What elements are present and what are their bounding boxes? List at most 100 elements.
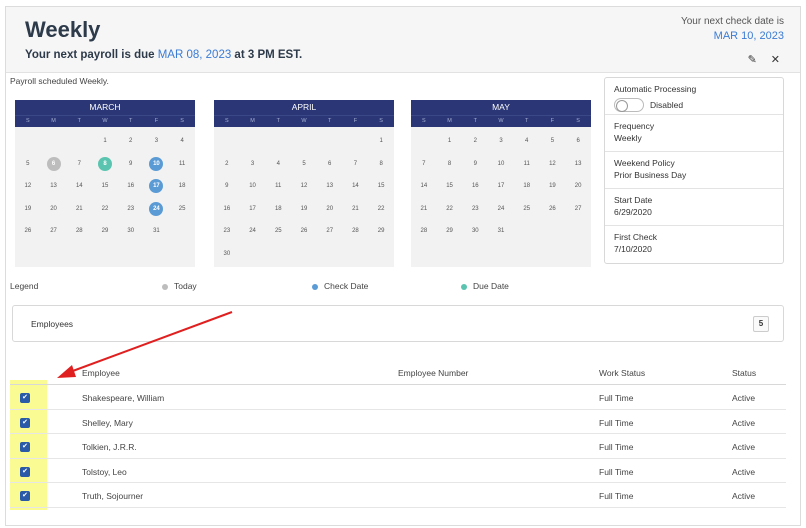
calendar-day[interactable]: 11 bbox=[169, 153, 195, 176]
calendar-day[interactable]: 13 bbox=[317, 175, 343, 198]
calendar-day[interactable]: 9 bbox=[462, 153, 488, 176]
calendar-day[interactable]: 5 bbox=[291, 153, 317, 176]
calendar-day-due[interactable]: 8 bbox=[92, 153, 118, 176]
calendar-day[interactable]: 16 bbox=[118, 175, 144, 198]
calendar-day[interactable]: 23 bbox=[214, 220, 240, 243]
calendar-day[interactable]: 25 bbox=[514, 198, 540, 221]
calendar-day[interactable]: 27 bbox=[41, 220, 67, 243]
calendar-day[interactable]: 1 bbox=[437, 130, 463, 153]
calendar-day[interactable]: 2 bbox=[214, 153, 240, 176]
calendar-day-check[interactable]: 17 bbox=[144, 175, 170, 198]
calendar-day[interactable]: 30 bbox=[118, 220, 144, 243]
calendar-day[interactable]: 18 bbox=[265, 198, 291, 221]
calendar-day[interactable]: 14 bbox=[343, 175, 369, 198]
calendar-day[interactable]: 7 bbox=[66, 153, 92, 176]
calendar-day[interactable]: 26 bbox=[291, 220, 317, 243]
calendar-day[interactable]: 7 bbox=[343, 153, 369, 176]
calendar-day[interactable]: 5 bbox=[540, 130, 566, 153]
table-row[interactable]: ✔ Shelley, Mary Full Time Active bbox=[10, 410, 786, 434]
calendar-day[interactable]: 29 bbox=[368, 220, 394, 243]
check-icon[interactable]: ✔ bbox=[20, 393, 30, 403]
calendar-day[interactable]: 30 bbox=[462, 220, 488, 243]
calendar-day[interactable]: 27 bbox=[317, 220, 343, 243]
col-status[interactable]: Status bbox=[732, 368, 756, 378]
calendar-day[interactable]: 24 bbox=[488, 198, 514, 221]
calendar-day[interactable]: 28 bbox=[411, 220, 437, 243]
calendar-day[interactable]: 20 bbox=[317, 198, 343, 221]
calendar-day[interactable]: 14 bbox=[411, 175, 437, 198]
calendar-day[interactable]: 10 bbox=[488, 153, 514, 176]
calendar-day[interactable]: 4 bbox=[169, 130, 195, 153]
calendar-day[interactable]: 17 bbox=[240, 198, 266, 221]
toggle-switch[interactable] bbox=[614, 98, 644, 112]
calendar-day-check[interactable]: 10 bbox=[144, 153, 170, 176]
calendar-day[interactable]: 31 bbox=[144, 220, 170, 243]
calendar-day[interactable]: 19 bbox=[15, 198, 41, 221]
calendar-day[interactable]: 7 bbox=[411, 153, 437, 176]
calendar-day[interactable]: 2 bbox=[462, 130, 488, 153]
calendar-day[interactable]: 19 bbox=[540, 175, 566, 198]
calendar-day[interactable]: 26 bbox=[540, 198, 566, 221]
calendar-day[interactable]: 13 bbox=[41, 175, 67, 198]
calendar-day[interactable]: 22 bbox=[437, 198, 463, 221]
calendar-day[interactable]: 28 bbox=[66, 220, 92, 243]
calendar-day[interactable]: 28 bbox=[343, 220, 369, 243]
calendar-day[interactable]: 3 bbox=[488, 130, 514, 153]
calendar-day[interactable]: 23 bbox=[118, 198, 144, 221]
calendar-day[interactable]: 31 bbox=[488, 220, 514, 243]
calendar-day[interactable]: 9 bbox=[214, 175, 240, 198]
calendar-day-check[interactable]: 24 bbox=[144, 198, 170, 221]
calendar-day[interactable]: 21 bbox=[343, 198, 369, 221]
calendar-day[interactable]: 18 bbox=[514, 175, 540, 198]
calendar-day[interactable]: 20 bbox=[565, 175, 591, 198]
calendar-day[interactable]: 26 bbox=[15, 220, 41, 243]
calendar-day[interactable]: 23 bbox=[462, 198, 488, 221]
calendar-day[interactable]: 9 bbox=[118, 153, 144, 176]
calendar-day[interactable]: 10 bbox=[240, 175, 266, 198]
check-icon[interactable]: ✔ bbox=[20, 417, 30, 428]
calendar-day[interactable]: 16 bbox=[462, 175, 488, 198]
calendar-day[interactable]: 14 bbox=[66, 175, 92, 198]
calendar-day[interactable]: 1 bbox=[92, 130, 118, 153]
calendar-day-today[interactable]: 6 bbox=[41, 153, 67, 176]
calendar-day[interactable]: 22 bbox=[368, 198, 394, 221]
calendar-day[interactable]: 1 bbox=[368, 130, 394, 153]
calendar-day[interactable]: 15 bbox=[437, 175, 463, 198]
calendar-day[interactable]: 25 bbox=[265, 220, 291, 243]
calendar-day[interactable]: 4 bbox=[265, 153, 291, 176]
calendar-day[interactable]: 6 bbox=[317, 153, 343, 176]
employees-section[interactable]: Employees 5 bbox=[12, 305, 784, 342]
check-icon[interactable]: ✔ bbox=[20, 466, 30, 477]
check-icon[interactable]: ✔ bbox=[20, 442, 30, 452]
calendar-day[interactable]: 16 bbox=[214, 198, 240, 221]
calendar-day[interactable]: 24 bbox=[240, 220, 266, 243]
calendar-day[interactable]: 29 bbox=[92, 220, 118, 243]
calendar-day[interactable]: 13 bbox=[565, 153, 591, 176]
check-icon[interactable]: ✔ bbox=[20, 491, 30, 501]
calendar-day[interactable]: 22 bbox=[92, 198, 118, 221]
calendar-day[interactable]: 5 bbox=[15, 153, 41, 176]
calendar-day[interactable]: 8 bbox=[437, 153, 463, 176]
calendar-day[interactable]: 17 bbox=[488, 175, 514, 198]
calendar-day[interactable]: 27 bbox=[565, 198, 591, 221]
calendar-day[interactable]: 12 bbox=[291, 175, 317, 198]
calendar-day[interactable]: 3 bbox=[240, 153, 266, 176]
calendar-day[interactable]: 18 bbox=[169, 175, 195, 198]
table-row[interactable]: ✔ Truth, Sojourner Full Time Active bbox=[10, 483, 786, 508]
calendar-day[interactable]: 11 bbox=[265, 175, 291, 198]
table-row[interactable]: ✔ Tolstoy, Leo Full Time Active bbox=[10, 459, 786, 483]
calendar-day[interactable]: 30 bbox=[214, 243, 240, 266]
automatic-processing-toggle[interactable]: Disabled bbox=[614, 98, 774, 112]
calendar-day[interactable]: 21 bbox=[66, 198, 92, 221]
table-row[interactable]: ✔ Shakespeare, William Full Time Active bbox=[10, 385, 786, 410]
calendar-day[interactable]: 12 bbox=[15, 175, 41, 198]
col-work-status[interactable]: Work Status bbox=[599, 368, 645, 378]
pencil-icon[interactable]: ✎ bbox=[748, 54, 757, 66]
calendar-day[interactable]: 11 bbox=[514, 153, 540, 176]
col-employee-number[interactable]: Employee Number bbox=[398, 368, 468, 378]
calendar-day[interactable]: 12 bbox=[540, 153, 566, 176]
calendar-day[interactable]: 15 bbox=[368, 175, 394, 198]
calendar-day[interactable]: 4 bbox=[514, 130, 540, 153]
close-icon[interactable]: ✕ bbox=[771, 54, 780, 66]
table-row[interactable]: ✔ Tolkien, J.R.R. Full Time Active bbox=[10, 434, 786, 459]
